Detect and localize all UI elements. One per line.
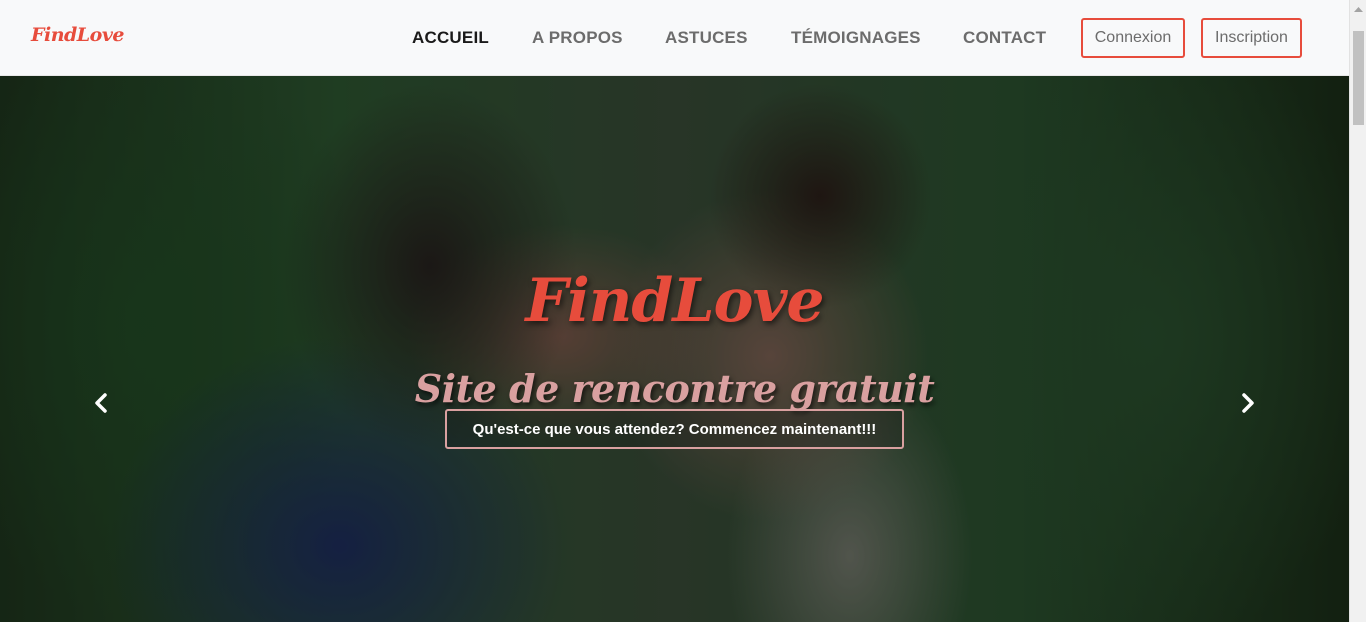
nav-link-a-propos[interactable]: A PROPOS bbox=[532, 28, 623, 48]
scrollbar-thumb[interactable] bbox=[1353, 31, 1364, 125]
scroll-up-arrow-icon[interactable] bbox=[1350, 0, 1366, 17]
chevron-right-icon bbox=[1242, 393, 1254, 413]
carousel-next-button[interactable] bbox=[1236, 388, 1260, 418]
hero-carousel: FindLove Site de rencontre gratuit Qu'es… bbox=[0, 76, 1349, 622]
brand-logo[interactable]: FindLove bbox=[31, 24, 124, 46]
hero-title: FindLove bbox=[525, 266, 824, 337]
start-now-button[interactable]: Qu'est-ce que vous attendez? Commencez m… bbox=[445, 409, 904, 449]
page-scrollbar[interactable] bbox=[1349, 0, 1366, 622]
nav-link-astuces[interactable]: ASTUCES bbox=[665, 28, 748, 48]
hero-background-image bbox=[0, 76, 1349, 622]
hero-subtitle: Site de rencontre gratuit bbox=[414, 365, 935, 411]
navbar: FindLove ACCUEIL A PROPOS ASTUCES TÉMOIG… bbox=[0, 0, 1349, 76]
nav-link-contact[interactable]: CONTACT bbox=[963, 28, 1046, 48]
nav-link-temoignages[interactable]: TÉMOIGNAGES bbox=[791, 28, 921, 48]
nav-link-accueil[interactable]: ACCUEIL bbox=[412, 28, 489, 48]
login-button[interactable]: Connexion bbox=[1081, 18, 1185, 58]
signup-button[interactable]: Inscription bbox=[1201, 18, 1302, 58]
